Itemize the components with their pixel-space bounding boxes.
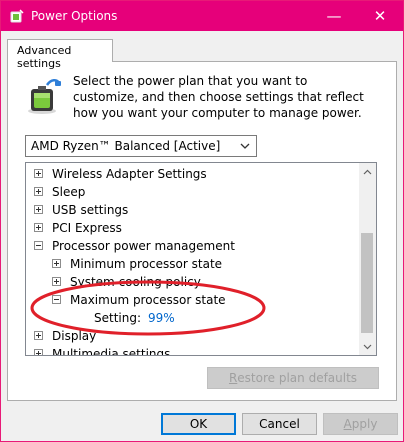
tree-item-maximum-processor-state[interactable]: Maximum processor state — [26, 291, 360, 309]
cancel-label: Cancel — [259, 417, 300, 431]
tree-item-label: PCI Express — [52, 221, 122, 235]
tab-advanced-settings[interactable]: Advanced settings — [7, 39, 113, 70]
scroll-thumb[interactable] — [361, 233, 373, 333]
power-options-window: Power Options — ✕ Advanced settings Sele… — [0, 0, 404, 442]
power-plan-select[interactable]: AMD Ryzen™ Balanced [Active] — [25, 135, 257, 157]
apply-button[interactable]: Apply — [323, 413, 398, 435]
expand-icon[interactable] — [34, 223, 43, 232]
window-title: Power Options — [31, 9, 118, 23]
setting-value[interactable]: 99% — [148, 309, 175, 327]
chevron-up-icon — [363, 169, 372, 174]
expand-icon[interactable] — [34, 331, 43, 340]
tree-item-usb-settings[interactable]: USB settings — [26, 201, 360, 219]
restore-accel: R — [228, 371, 238, 385]
apply-accel: A — [343, 417, 352, 431]
restore-plan-defaults-button[interactable]: Restore plan defaults — [207, 367, 379, 389]
tree-item-label: Display — [52, 329, 97, 343]
tree-item-max-processor-setting[interactable]: Setting: 99% — [26, 309, 360, 327]
tree-item-label: USB settings — [52, 203, 129, 217]
tree-scrollbar[interactable] — [359, 163, 376, 355]
tree-item-label: Sleep — [52, 185, 86, 199]
power-plan-select-value: AMD Ryzen™ Balanced [Active] — [31, 139, 221, 153]
scroll-up-button[interactable] — [359, 163, 376, 180]
collapse-icon[interactable] — [52, 295, 61, 304]
power-options-icon — [10, 9, 24, 23]
expand-icon[interactable] — [52, 277, 61, 286]
tree-item-pci-express[interactable]: PCI Express — [26, 219, 360, 237]
minimize-button[interactable]: — — [311, 1, 357, 31]
settings-tree[interactable]: Wireless Adapter Settings Sleep USB sett… — [25, 162, 377, 356]
battery-plan-icon — [28, 79, 61, 114]
tree-item-wireless-adapter-settings[interactable]: Wireless Adapter Settings — [26, 165, 360, 183]
tree-item-system-cooling-policy[interactable]: System cooling policy — [26, 273, 360, 291]
expand-icon[interactable] — [34, 187, 43, 196]
tree-item-label: System cooling policy — [70, 275, 201, 289]
ok-label: OK — [189, 417, 208, 431]
restore-label: estore plan defaults — [237, 371, 358, 385]
tree-item-label: Processor power management — [52, 239, 235, 253]
setting-label: Setting: — [94, 311, 142, 325]
apply-label: pply — [351, 417, 378, 431]
tree-item-sleep[interactable]: Sleep — [26, 183, 360, 201]
tree-item-multimedia-settings[interactable]: Multimedia settings — [26, 345, 360, 356]
tree-item-display[interactable]: Display — [26, 327, 360, 345]
minimize-icon: — — [326, 7, 342, 25]
tree-item-label: Multimedia settings — [52, 347, 171, 356]
tree-item-label: Maximum processor state — [70, 293, 226, 307]
scroll-down-button[interactable] — [359, 338, 376, 355]
title-bar[interactable]: Power Options — ✕ — [1, 1, 403, 31]
chevron-down-icon — [240, 143, 250, 149]
expand-icon[interactable] — [34, 169, 43, 178]
tab-advanced-settings-label: Advanced settings — [17, 44, 72, 70]
tree-item-minimum-processor-state[interactable]: Minimum processor state — [26, 255, 360, 273]
expand-icon[interactable] — [34, 205, 43, 214]
ok-button[interactable]: OK — [161, 413, 236, 435]
expand-icon[interactable] — [52, 259, 61, 268]
expand-icon[interactable] — [34, 349, 43, 355]
plan-description: Select the power plan that you want to c… — [73, 74, 364, 120]
close-icon: ✕ — [373, 7, 387, 25]
tree-item-processor-power-management[interactable]: Processor power management — [26, 237, 360, 255]
tree-item-label: Minimum processor state — [70, 257, 223, 271]
collapse-icon[interactable] — [34, 241, 43, 250]
close-button[interactable]: ✕ — [357, 1, 403, 31]
cancel-button[interactable]: Cancel — [242, 413, 317, 435]
tree-item-label: Wireless Adapter Settings — [52, 167, 207, 181]
chevron-down-icon — [363, 344, 372, 349]
